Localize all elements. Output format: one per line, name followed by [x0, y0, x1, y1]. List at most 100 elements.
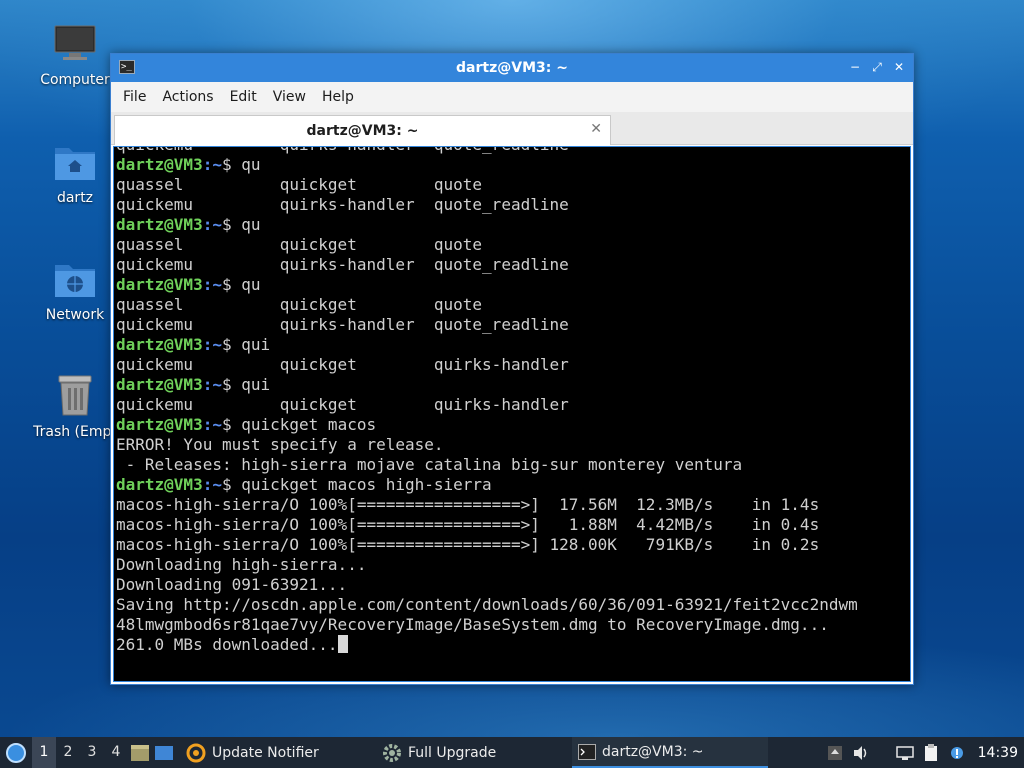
- system-tray: 14:39: [822, 737, 1024, 768]
- output-text: macos-high-sierra/O 100%[===============…: [116, 515, 820, 534]
- menu-view[interactable]: View: [265, 89, 314, 105]
- home-folder-icon: [53, 140, 97, 184]
- prompt-command: $ qui: [221, 375, 271, 394]
- terminal-output-line: quickemu quirks-handler quote_readline: [116, 255, 910, 275]
- terminal-output-line: Saving http://oscdn.apple.com/content/do…: [116, 595, 910, 615]
- terminal-output-line: ERROR! You must specify a release.: [116, 435, 910, 455]
- prompt-path: :~: [202, 275, 222, 294]
- terminal-output-line: quassel quickget quote: [116, 295, 910, 315]
- output-text: Downloading high-sierra...: [116, 555, 367, 574]
- prompt-path: :~: [202, 415, 222, 434]
- terminal-output-line: 48lmwgmbod6sr81qae7vy/RecoveryImage/Base…: [116, 615, 910, 635]
- maximize-button[interactable]: ⤢: [869, 59, 885, 75]
- terminal-command-line: dartz@VM3:~$ quickget macos high-sierra: [116, 475, 910, 495]
- terminal-icon: [578, 743, 596, 760]
- prompt-command: $ qui: [221, 335, 271, 354]
- terminal-output-line: quickemu quickget quirks-handler: [116, 395, 910, 415]
- prompt-path: :~: [202, 475, 222, 494]
- terminal-output-line: macos-high-sierra/O 100%[===============…: [116, 515, 910, 535]
- terminal-output-line: Downloading high-sierra...: [116, 555, 910, 575]
- show-desktop-launcher[interactable]: [152, 737, 176, 768]
- prompt-command: $ qu: [221, 275, 261, 294]
- prompt-user: dartz@VM3: [116, 215, 203, 234]
- prompt-command: $ quickget macos: [221, 415, 377, 434]
- task-label: dartz@VM3: ~: [602, 743, 704, 760]
- network-folder-icon: [53, 257, 97, 301]
- workspace-1[interactable]: 1: [32, 737, 56, 768]
- prompt-command: $ qu: [221, 215, 261, 234]
- task-full-upgrade[interactable]: Full Upgrade: [376, 737, 572, 768]
- taskbar: 1 2 3 4 Update Notifier Full Upgrade dar…: [0, 737, 1024, 768]
- prompt-user: dartz@VM3: [116, 155, 203, 174]
- menu-actions[interactable]: Actions: [154, 89, 221, 105]
- menu-file[interactable]: File: [115, 89, 154, 105]
- update-icon: [186, 743, 206, 762]
- output-text: quickemu quirks-handler quote_readline: [116, 255, 569, 274]
- tray-update-icon[interactable]: [822, 737, 848, 768]
- task-terminal[interactable]: dartz@VM3: ~: [572, 737, 768, 768]
- terminal-output-line: quickemu quirks-handler quote_readline: [116, 195, 910, 215]
- trash-icon: [53, 374, 97, 418]
- workspace-4[interactable]: 4: [104, 737, 128, 768]
- output-text: quickemu quickget quirks-handler: [116, 395, 569, 414]
- volume-icon[interactable]: [848, 737, 874, 768]
- menu-edit[interactable]: Edit: [222, 89, 265, 105]
- output-text: Downloading 091-63921...: [116, 575, 348, 594]
- workspace-3[interactable]: 3: [80, 737, 104, 768]
- prompt-path: :~: [202, 375, 222, 394]
- computer-icon: [53, 22, 97, 66]
- terminal-output-line: Downloading 091-63921...: [116, 575, 910, 595]
- file-manager-icon: [131, 744, 149, 761]
- output-text: quickemu quirks-handler quote_readline: [116, 195, 569, 214]
- terminal-output-line: quassel quickget quote: [116, 175, 910, 195]
- clock[interactable]: 14:39: [970, 745, 1024, 761]
- output-text: macos-high-sierra/O 100%[===============…: [116, 495, 820, 514]
- file-manager-launcher[interactable]: [128, 737, 152, 768]
- terminal-output[interactable]: quickemu quirks-handler quote_readlineda…: [113, 146, 911, 682]
- prompt-path: :~: [202, 155, 222, 174]
- tray-separator: [874, 737, 892, 768]
- prompt-command: $ quickget macos high-sierra: [221, 475, 492, 494]
- terminal-output-line: quickemu quirks-handler quote_readline: [116, 147, 910, 155]
- terminal-window: >_ dartz@VM3: ~ − ⤢ ✕ File Actions Edit …: [110, 53, 914, 685]
- task-label: Full Upgrade: [408, 744, 497, 761]
- output-text: ERROR! You must specify a release.: [116, 435, 444, 454]
- output-text: quassel quickget quote: [116, 235, 483, 254]
- task-label: Update Notifier: [212, 744, 319, 761]
- terminal-output-line: 261.0 MBs downloaded...: [116, 635, 910, 655]
- output-text: macos-high-sierra/O 100%[===============…: [116, 535, 820, 554]
- terminal-output-line: - Releases: high-sierra mojave catalina …: [116, 455, 910, 475]
- close-button[interactable]: ✕: [891, 59, 907, 75]
- prompt-user: dartz@VM3: [116, 275, 203, 294]
- clipboard-icon[interactable]: [918, 737, 944, 768]
- tab-terminal[interactable]: dartz@VM3: ~ ✕: [114, 115, 611, 145]
- window-title: dartz@VM3: ~: [456, 60, 568, 76]
- output-text: 261.0 MBs downloaded...: [116, 635, 338, 654]
- prompt-user: dartz@VM3: [116, 335, 203, 354]
- terminal-output-line: quassel quickget quote: [116, 235, 910, 255]
- notification-icon[interactable]: [944, 737, 970, 768]
- output-text: quickemu quirks-handler quote_readline: [116, 147, 569, 154]
- terminal-output-line: macos-high-sierra/O 100%[===============…: [116, 535, 910, 555]
- output-text: quickemu quickget quirks-handler: [116, 355, 569, 374]
- window-titlebar[interactable]: >_ dartz@VM3: ~ − ⤢ ✕: [111, 54, 913, 82]
- start-menu-button[interactable]: [0, 737, 32, 768]
- output-text: quassel quickget quote: [116, 175, 483, 194]
- tab-label: dartz@VM3: ~: [306, 122, 419, 139]
- task-update-notifier[interactable]: Update Notifier: [180, 737, 376, 768]
- workspace-2[interactable]: 2: [56, 737, 80, 768]
- menu-bar: File Actions Edit View Help: [111, 82, 913, 112]
- terminal-cursor: [337, 635, 348, 653]
- output-text: 48lmwgmbod6sr81qae7vy/RecoveryImage/Base…: [116, 615, 829, 634]
- network-tray-icon[interactable]: [892, 737, 918, 768]
- prompt-command: $ qu: [221, 155, 261, 174]
- menu-help[interactable]: Help: [314, 89, 362, 105]
- minimize-button[interactable]: −: [847, 59, 863, 75]
- tab-bar: dartz@VM3: ~ ✕: [111, 112, 913, 145]
- prompt-path: :~: [202, 335, 222, 354]
- terminal-app-icon: >_: [119, 60, 135, 74]
- terminal-command-line: dartz@VM3:~$ qui: [116, 375, 910, 395]
- prompt-path: :~: [202, 215, 222, 234]
- window-controls: − ⤢ ✕: [847, 59, 907, 75]
- tab-close-icon[interactable]: ✕: [590, 121, 602, 137]
